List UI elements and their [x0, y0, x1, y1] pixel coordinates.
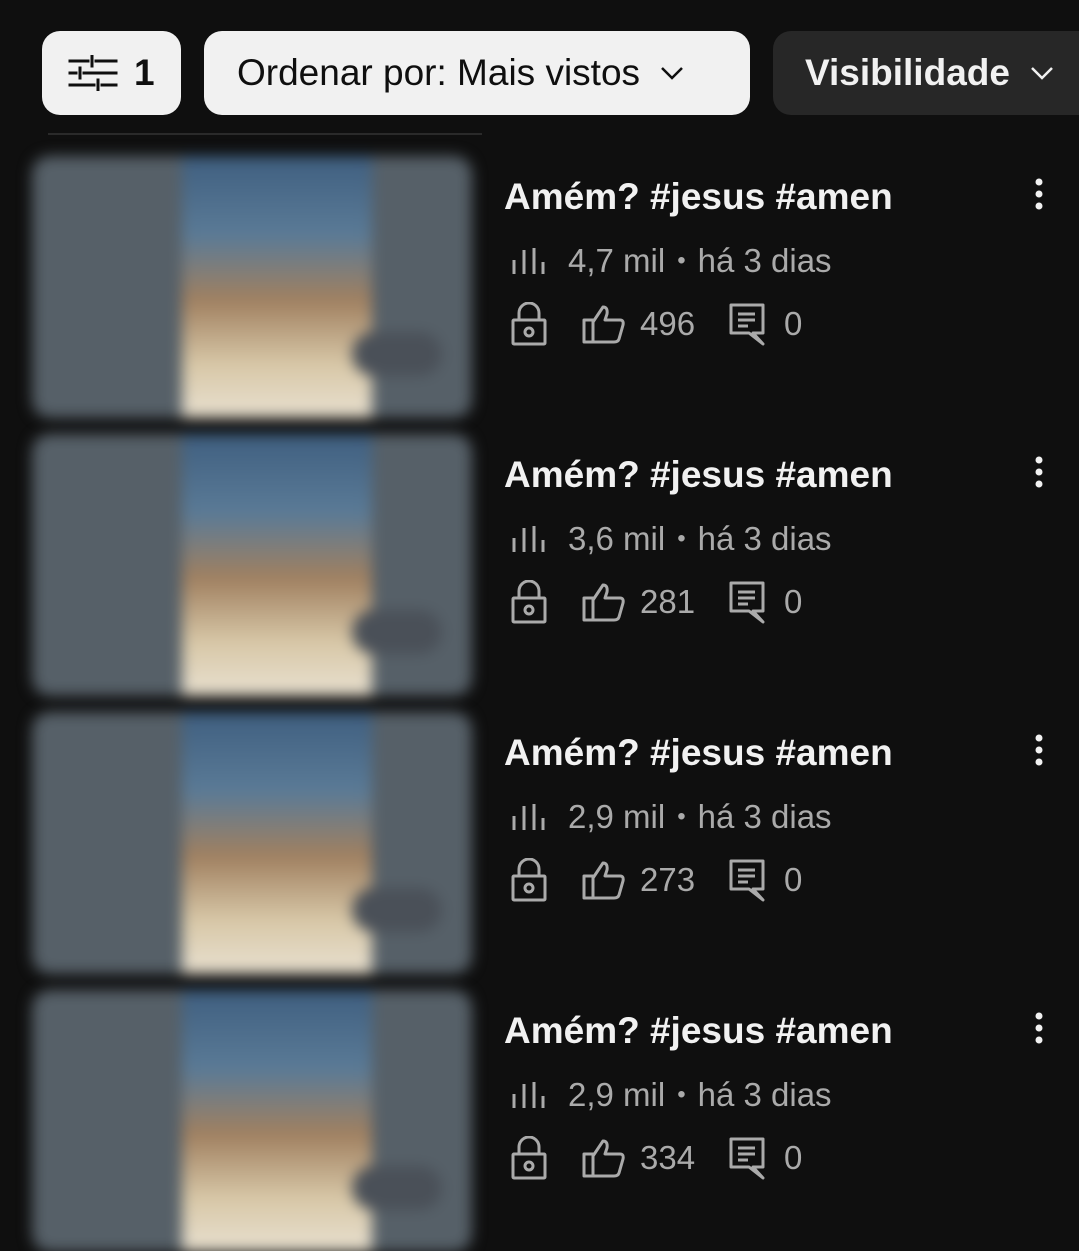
thumbs-up-icon — [582, 304, 626, 344]
video-thumbnail[interactable] — [32, 434, 472, 696]
like-count: 273 — [640, 861, 696, 898]
meta-separator: • — [677, 1081, 686, 1108]
upload-age: há 3 dias — [697, 242, 832, 279]
meta-separator: • — [677, 803, 686, 830]
sort-dropdown[interactable]: Ordenar por: Mais vistos — [204, 31, 750, 115]
thumbs-up-icon — [582, 582, 626, 622]
like-count: 334 — [640, 1139, 696, 1176]
video-list-item[interactable]: Amém? #jesus #amen 3,6 mil • há 3 dias 2… — [0, 428, 1079, 706]
visibility-label: Visibilidade — [805, 52, 1010, 93]
video-title[interactable]: Amém? #jesus #amen — [504, 732, 893, 774]
lock-icon[interactable] — [510, 858, 550, 902]
more-vert-icon[interactable] — [1024, 174, 1054, 214]
video-stats: 496 0 — [510, 302, 802, 346]
meta-separator: • — [677, 525, 686, 552]
comment-icon — [728, 580, 766, 624]
upload-age: há 3 dias — [697, 798, 832, 835]
comment-count: 0 — [784, 1139, 803, 1176]
like-count: 281 — [640, 583, 696, 620]
filter-count: 1 — [134, 52, 155, 93]
thumbs-up-icon — [582, 860, 626, 900]
sliders-icon — [68, 55, 118, 91]
video-meta: 4,7 mil • há 3 dias — [510, 242, 832, 280]
comment-count: 0 — [784, 861, 803, 898]
comment-icon — [728, 302, 766, 346]
video-list-item[interactable]: Amém? #jesus #amen 2,9 mil • há 3 dias — [0, 706, 1079, 984]
comment-icon — [728, 1136, 766, 1180]
chevron-down-icon — [1030, 66, 1054, 80]
lock-icon[interactable] — [510, 302, 550, 346]
video-stats: 273 0 — [510, 858, 802, 902]
video-title[interactable]: Amém? #jesus #amen — [504, 1010, 893, 1052]
upload-age: há 3 dias — [697, 520, 832, 557]
more-vert-icon[interactable] — [1024, 730, 1054, 770]
bar-chart-icon — [510, 1080, 546, 1110]
lock-icon[interactable] — [510, 1136, 550, 1180]
video-stats: 334 0 — [510, 1136, 802, 1180]
like-count: 496 — [640, 305, 696, 342]
thumbs-up-icon — [582, 1138, 626, 1178]
video-meta: 2,9 mil • há 3 dias — [510, 1076, 832, 1114]
filter-button[interactable]: 1 — [42, 31, 181, 115]
video-stats: 281 0 — [510, 580, 802, 624]
view-count: 3,6 mil — [568, 520, 666, 557]
video-title[interactable]: Amém? #jesus #amen — [504, 176, 893, 218]
comment-count: 0 — [784, 583, 803, 620]
filter-chip-bar: 1 Ordenar por: Mais vistos Visibilidade — [42, 31, 1079, 115]
view-count: 2,9 mil — [568, 1076, 666, 1113]
bar-chart-icon — [510, 246, 546, 276]
comment-icon — [728, 858, 766, 902]
chevron-down-icon — [660, 66, 684, 80]
video-title[interactable]: Amém? #jesus #amen — [504, 454, 893, 496]
video-list-item[interactable]: Amém? #jesus #amen 4,7 mil • há 3 dias 4… — [0, 150, 1079, 428]
view-count: 4,7 mil — [568, 242, 666, 279]
more-vert-icon[interactable] — [1024, 452, 1054, 492]
bar-chart-icon — [510, 524, 546, 554]
video-meta: 3,6 mil • há 3 dias — [510, 520, 832, 558]
video-thumbnail[interactable] — [32, 156, 472, 418]
video-thumbnail[interactable] — [32, 990, 472, 1251]
video-thumbnail[interactable] — [32, 712, 472, 974]
video-meta: 2,9 mil • há 3 dias — [510, 798, 832, 836]
video-list-item[interactable]: Amém? #jesus #amen 2,9 mil • há 3 dias — [0, 984, 1079, 1251]
visibility-dropdown[interactable]: Visibilidade — [773, 31, 1079, 115]
comment-count: 0 — [784, 305, 803, 342]
meta-separator: • — [677, 247, 686, 274]
sort-label: Ordenar por: Mais vistos — [237, 52, 641, 93]
bar-chart-icon — [510, 802, 546, 832]
more-vert-icon[interactable] — [1024, 1008, 1054, 1048]
upload-age: há 3 dias — [697, 1076, 832, 1113]
divider — [48, 133, 482, 135]
video-list: Amém? #jesus #amen 4,7 mil • há 3 dias 4… — [0, 150, 1079, 1251]
view-count: 2,9 mil — [568, 798, 666, 835]
lock-icon[interactable] — [510, 580, 550, 624]
